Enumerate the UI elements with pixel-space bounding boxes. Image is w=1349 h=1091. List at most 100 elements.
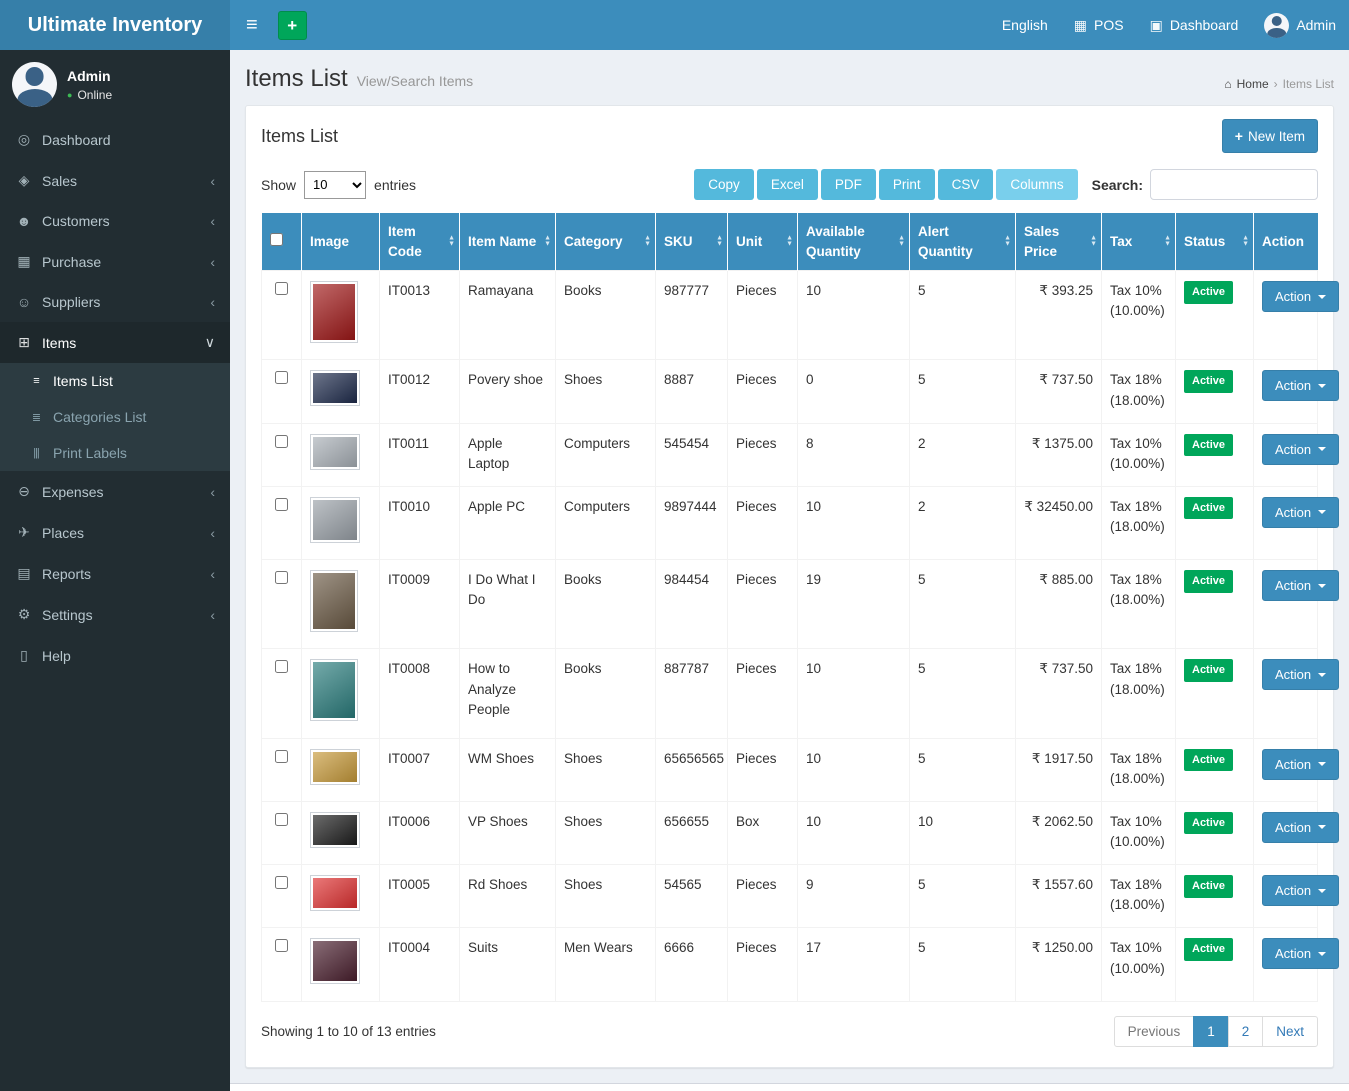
sku-cell: 984454 bbox=[656, 560, 728, 649]
status-badge: Active bbox=[1184, 875, 1233, 898]
item-name-cell: Povery shoe bbox=[460, 360, 556, 423]
status-cell: Active bbox=[1176, 486, 1254, 559]
item-name-cell: I Do What I Do bbox=[460, 560, 556, 649]
tax-rate: (18.00%) bbox=[1110, 769, 1167, 789]
action-dropdown-button[interactable]: Action bbox=[1262, 749, 1339, 780]
action-dropdown-button[interactable]: Action bbox=[1262, 281, 1339, 312]
sidebar-toggle-button[interactable]: ≡ bbox=[230, 0, 274, 50]
header-unit[interactable]: Unit▲▼ bbox=[728, 213, 798, 271]
row-checkbox[interactable] bbox=[275, 498, 288, 511]
sku-cell: 65656565 bbox=[656, 738, 728, 801]
quick-add-button[interactable]: + bbox=[278, 11, 307, 40]
alert-quantity-cell: 5 bbox=[910, 928, 1016, 1001]
pagination-previous[interactable]: Previous bbox=[1114, 1016, 1195, 1047]
excel-button[interactable]: Excel bbox=[757, 169, 818, 200]
sidebar-item-expenses[interactable]: ⊖Expenses‹ bbox=[0, 471, 230, 512]
sidebar-item-customers[interactable]: ☻Customers‹ bbox=[0, 201, 230, 241]
dashboard-icon: ▣ bbox=[1150, 17, 1163, 34]
sidebar-item-dashboard[interactable]: ◎Dashboard bbox=[0, 119, 230, 160]
row-checkbox[interactable] bbox=[275, 750, 288, 763]
tax-rate: (18.00%) bbox=[1110, 895, 1167, 915]
new-item-button[interactable]: +New Item bbox=[1222, 119, 1318, 153]
row-checkbox[interactable] bbox=[275, 435, 288, 448]
entries-info: Showing 1 to 10 of 13 entries bbox=[261, 1024, 436, 1039]
purchase-grid-icon: ▦ bbox=[15, 253, 33, 270]
unit-cell: Pieces bbox=[728, 928, 798, 1001]
action-dropdown-button[interactable]: Action bbox=[1262, 434, 1339, 465]
pos-link[interactable]: ▦POS bbox=[1061, 0, 1137, 50]
action-dropdown-button[interactable]: Action bbox=[1262, 370, 1339, 401]
sidebar-item-help[interactable]: ▯Help bbox=[0, 635, 230, 676]
action-dropdown-button[interactable]: Action bbox=[1262, 570, 1339, 601]
header-available-quantity[interactable]: Available Quantity▲▼ bbox=[798, 213, 910, 271]
sidebar-subitem-print-labels[interactable]: |||Print Labels bbox=[0, 435, 230, 471]
item-image bbox=[310, 749, 360, 785]
status-badge: Active bbox=[1184, 938, 1233, 961]
status-cell: Active bbox=[1176, 560, 1254, 649]
row-checkbox[interactable] bbox=[275, 660, 288, 673]
sidebar-item-items[interactable]: ⊞Items∨ bbox=[0, 322, 230, 363]
sidebar-item-sales[interactable]: ◈Sales‹ bbox=[0, 160, 230, 201]
tax-cell: Tax 18% (18.00%) bbox=[1102, 360, 1176, 423]
sidebar-item-suppliers[interactable]: ☺Suppliers‹ bbox=[0, 282, 230, 322]
copy-button[interactable]: Copy bbox=[694, 169, 754, 200]
header-category[interactable]: Category▲▼ bbox=[556, 213, 656, 271]
header-item-code[interactable]: Item Code▲▼ bbox=[380, 213, 460, 271]
row-checkbox[interactable] bbox=[275, 571, 288, 584]
pagination-next[interactable]: Next bbox=[1262, 1016, 1318, 1047]
dashboard-link[interactable]: ▣Dashboard bbox=[1137, 0, 1252, 50]
print-button[interactable]: Print bbox=[879, 169, 935, 200]
search-input[interactable] bbox=[1150, 169, 1318, 200]
action-dropdown-button[interactable]: Action bbox=[1262, 875, 1339, 906]
sidebar-subitem-items-list[interactable]: ≡Items List bbox=[0, 363, 230, 399]
app-logo[interactable]: Ultimate Inventory bbox=[0, 0, 230, 50]
action-cell: Action bbox=[1254, 928, 1318, 1001]
sidebar-item-reports[interactable]: ▤Reports‹ bbox=[0, 553, 230, 594]
breadcrumb-home[interactable]: ⌂Home bbox=[1224, 77, 1268, 91]
unit-cell: Pieces bbox=[728, 560, 798, 649]
header-sales-price[interactable]: Sales Price▲▼ bbox=[1016, 213, 1102, 271]
header-sku[interactable]: SKU▲▼ bbox=[656, 213, 728, 271]
pagination-page-1[interactable]: 1 bbox=[1193, 1016, 1229, 1047]
unit-cell: Pieces bbox=[728, 649, 798, 738]
csv-button[interactable]: CSV bbox=[938, 169, 994, 200]
row-checkbox[interactable] bbox=[275, 876, 288, 889]
new-item-label: New Item bbox=[1248, 129, 1305, 144]
pagination-page-2[interactable]: 2 bbox=[1228, 1016, 1264, 1047]
row-checkbox[interactable] bbox=[275, 371, 288, 384]
row-checkbox[interactable] bbox=[275, 282, 288, 295]
sidebar-subitem-categories-list[interactable]: ≣Categories List bbox=[0, 399, 230, 435]
status-badge: Active bbox=[1184, 281, 1233, 304]
available-quantity-cell: 10 bbox=[798, 271, 910, 360]
page-footer: Copyright © 2019 All rights reserved. Ul… bbox=[230, 1083, 1349, 1091]
pdf-button[interactable]: PDF bbox=[821, 169, 876, 200]
sidebar-user-panel: Admin ● Online bbox=[0, 50, 230, 119]
action-dropdown-button[interactable]: Action bbox=[1262, 812, 1339, 843]
row-checkbox[interactable] bbox=[275, 939, 288, 952]
page-length-select[interactable]: 10 bbox=[304, 171, 366, 199]
sidebar-item-places[interactable]: ✈Places‹ bbox=[0, 512, 230, 553]
header-alert-quantity[interactable]: Alert Quantity▲▼ bbox=[910, 213, 1016, 271]
search-control: Search: bbox=[1092, 169, 1318, 200]
entries-label: entries bbox=[374, 177, 416, 193]
item-name-cell: Ramayana bbox=[460, 271, 556, 360]
sidebar-item-settings[interactable]: ⚙Settings‹ bbox=[0, 594, 230, 635]
table-row: IT0005 Rd Shoes Shoes 54565 Pieces 9 5 ₹… bbox=[262, 865, 1318, 928]
tax-rate: (18.00%) bbox=[1110, 391, 1167, 411]
action-dropdown-button[interactable]: Action bbox=[1262, 497, 1339, 528]
user-menu[interactable]: Admin bbox=[1251, 0, 1349, 50]
header-tax[interactable]: Tax▲▼ bbox=[1102, 213, 1176, 271]
header-item-name[interactable]: Item Name▲▼ bbox=[460, 213, 556, 271]
language-menu[interactable]: English bbox=[989, 0, 1061, 50]
sidebar-item-purchase[interactable]: ▦Purchase‹ bbox=[0, 241, 230, 282]
row-checkbox[interactable] bbox=[275, 813, 288, 826]
alert-quantity-cell: 5 bbox=[910, 271, 1016, 360]
title-block: Items List View/Search Items bbox=[245, 65, 473, 93]
header-status[interactable]: Status▲▼ bbox=[1176, 213, 1254, 271]
action-dropdown-button[interactable]: Action bbox=[1262, 938, 1339, 969]
sidebar-item-label: Help bbox=[42, 648, 71, 664]
select-all-checkbox[interactable] bbox=[270, 233, 283, 246]
columns-button[interactable]: Columns bbox=[996, 169, 1077, 200]
sidebar-user-info: Admin ● Online bbox=[67, 68, 112, 102]
action-dropdown-button[interactable]: Action bbox=[1262, 659, 1339, 690]
